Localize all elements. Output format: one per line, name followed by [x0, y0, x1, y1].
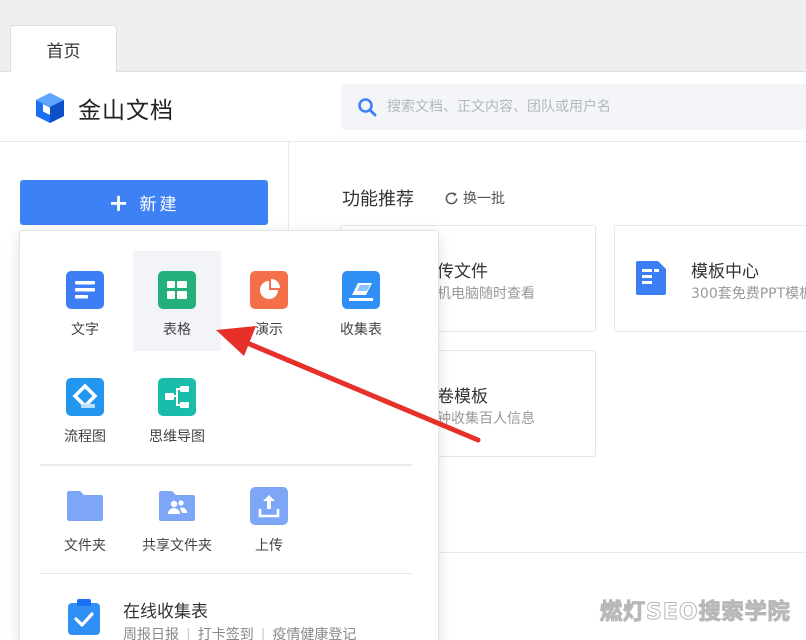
watermark-text: 燃灯SEO搜索学院	[600, 600, 791, 626]
plus-icon: +	[108, 188, 132, 217]
template-center-card[interactable]: 模板中心 300套免费PPT模板	[614, 225, 806, 332]
template-doc-icon	[636, 261, 666, 295]
item-label: 文字	[71, 322, 99, 338]
new-mindmap-item[interactable]: 思维导图	[133, 358, 221, 458]
search-input[interactable]	[387, 84, 806, 130]
tab-bar: 首页	[0, 0, 806, 73]
new-flowchart-item[interactable]: 流程图	[41, 358, 129, 458]
menu-divider	[40, 573, 412, 574]
item-label: 收集表	[340, 322, 382, 338]
refresh-button[interactable]: 换一批	[444, 188, 505, 208]
item-label: 思维导图	[149, 429, 205, 445]
tag-checkin[interactable]: 打卡签到	[198, 627, 254, 640]
item-label: 上传	[255, 538, 283, 554]
refresh-label: 换一批	[463, 191, 505, 207]
item-label: 演示	[255, 322, 283, 338]
online-form-title[interactable]: 在线收集表	[123, 597, 208, 622]
card-subtitle: 机电脑随时查看	[437, 286, 535, 302]
section-title: 功能推荐	[342, 189, 414, 210]
tab-home[interactable]: 首页	[10, 25, 117, 73]
item-label: 共享文件夹	[142, 538, 212, 554]
card-subtitle: 钟收集百人信息	[437, 411, 535, 427]
search-box[interactable]	[341, 84, 806, 130]
new-button-label: 新建	[139, 195, 180, 215]
upload-item[interactable]: 上传	[225, 467, 313, 567]
item-label: 文件夹	[64, 538, 106, 554]
clipboard-check-icon	[68, 599, 100, 635]
tag-weekly-report[interactable]: 周报日报	[123, 627, 179, 640]
upload-icon	[250, 487, 288, 525]
app-header: 金山文档	[0, 72, 806, 142]
shared-folder-icon	[159, 491, 195, 521]
new-button[interactable]: + 新建	[20, 180, 268, 225]
card-title: 传文件	[437, 262, 488, 282]
doc-icon	[66, 271, 104, 309]
card-title: 模板中心	[691, 262, 759, 282]
form-icon	[342, 271, 380, 309]
card-title: 卷模板	[437, 387, 488, 407]
tag-health-register[interactable]: 疫情健康登记	[272, 627, 356, 640]
item-label: 流程图	[64, 429, 106, 445]
item-label: 表格	[163, 322, 191, 338]
new-dropdown-menu: 文字 表格 演示 收集表 流程图 思维导图 文件夹 共享文件夹 上传 在线收集表…	[19, 230, 439, 640]
kdocs-logo-icon	[36, 93, 64, 123]
folder-icon	[67, 491, 103, 521]
new-form-item[interactable]: 收集表	[317, 251, 405, 351]
mindmap-icon	[158, 378, 196, 416]
sheet-icon	[158, 271, 196, 309]
ppt-icon	[250, 271, 288, 309]
flowchart-icon	[66, 378, 104, 416]
new-folder-item[interactable]: 文件夹	[41, 467, 129, 567]
new-ppt-item[interactable]: 演示	[225, 251, 313, 351]
new-doc-item[interactable]: 文字	[41, 251, 129, 351]
online-form-tags: 周报日报 | 打卡签到 | 疫情健康登记	[123, 624, 356, 640]
new-shared-folder-item[interactable]: 共享文件夹	[133, 467, 221, 567]
new-sheet-item[interactable]: 表格	[133, 251, 221, 351]
refresh-icon	[445, 191, 458, 204]
brand-name: 金山文档	[78, 98, 174, 124]
menu-divider	[40, 464, 412, 466]
search-icon	[358, 98, 377, 117]
card-subtitle: 300套免费PPT模板	[691, 286, 806, 302]
